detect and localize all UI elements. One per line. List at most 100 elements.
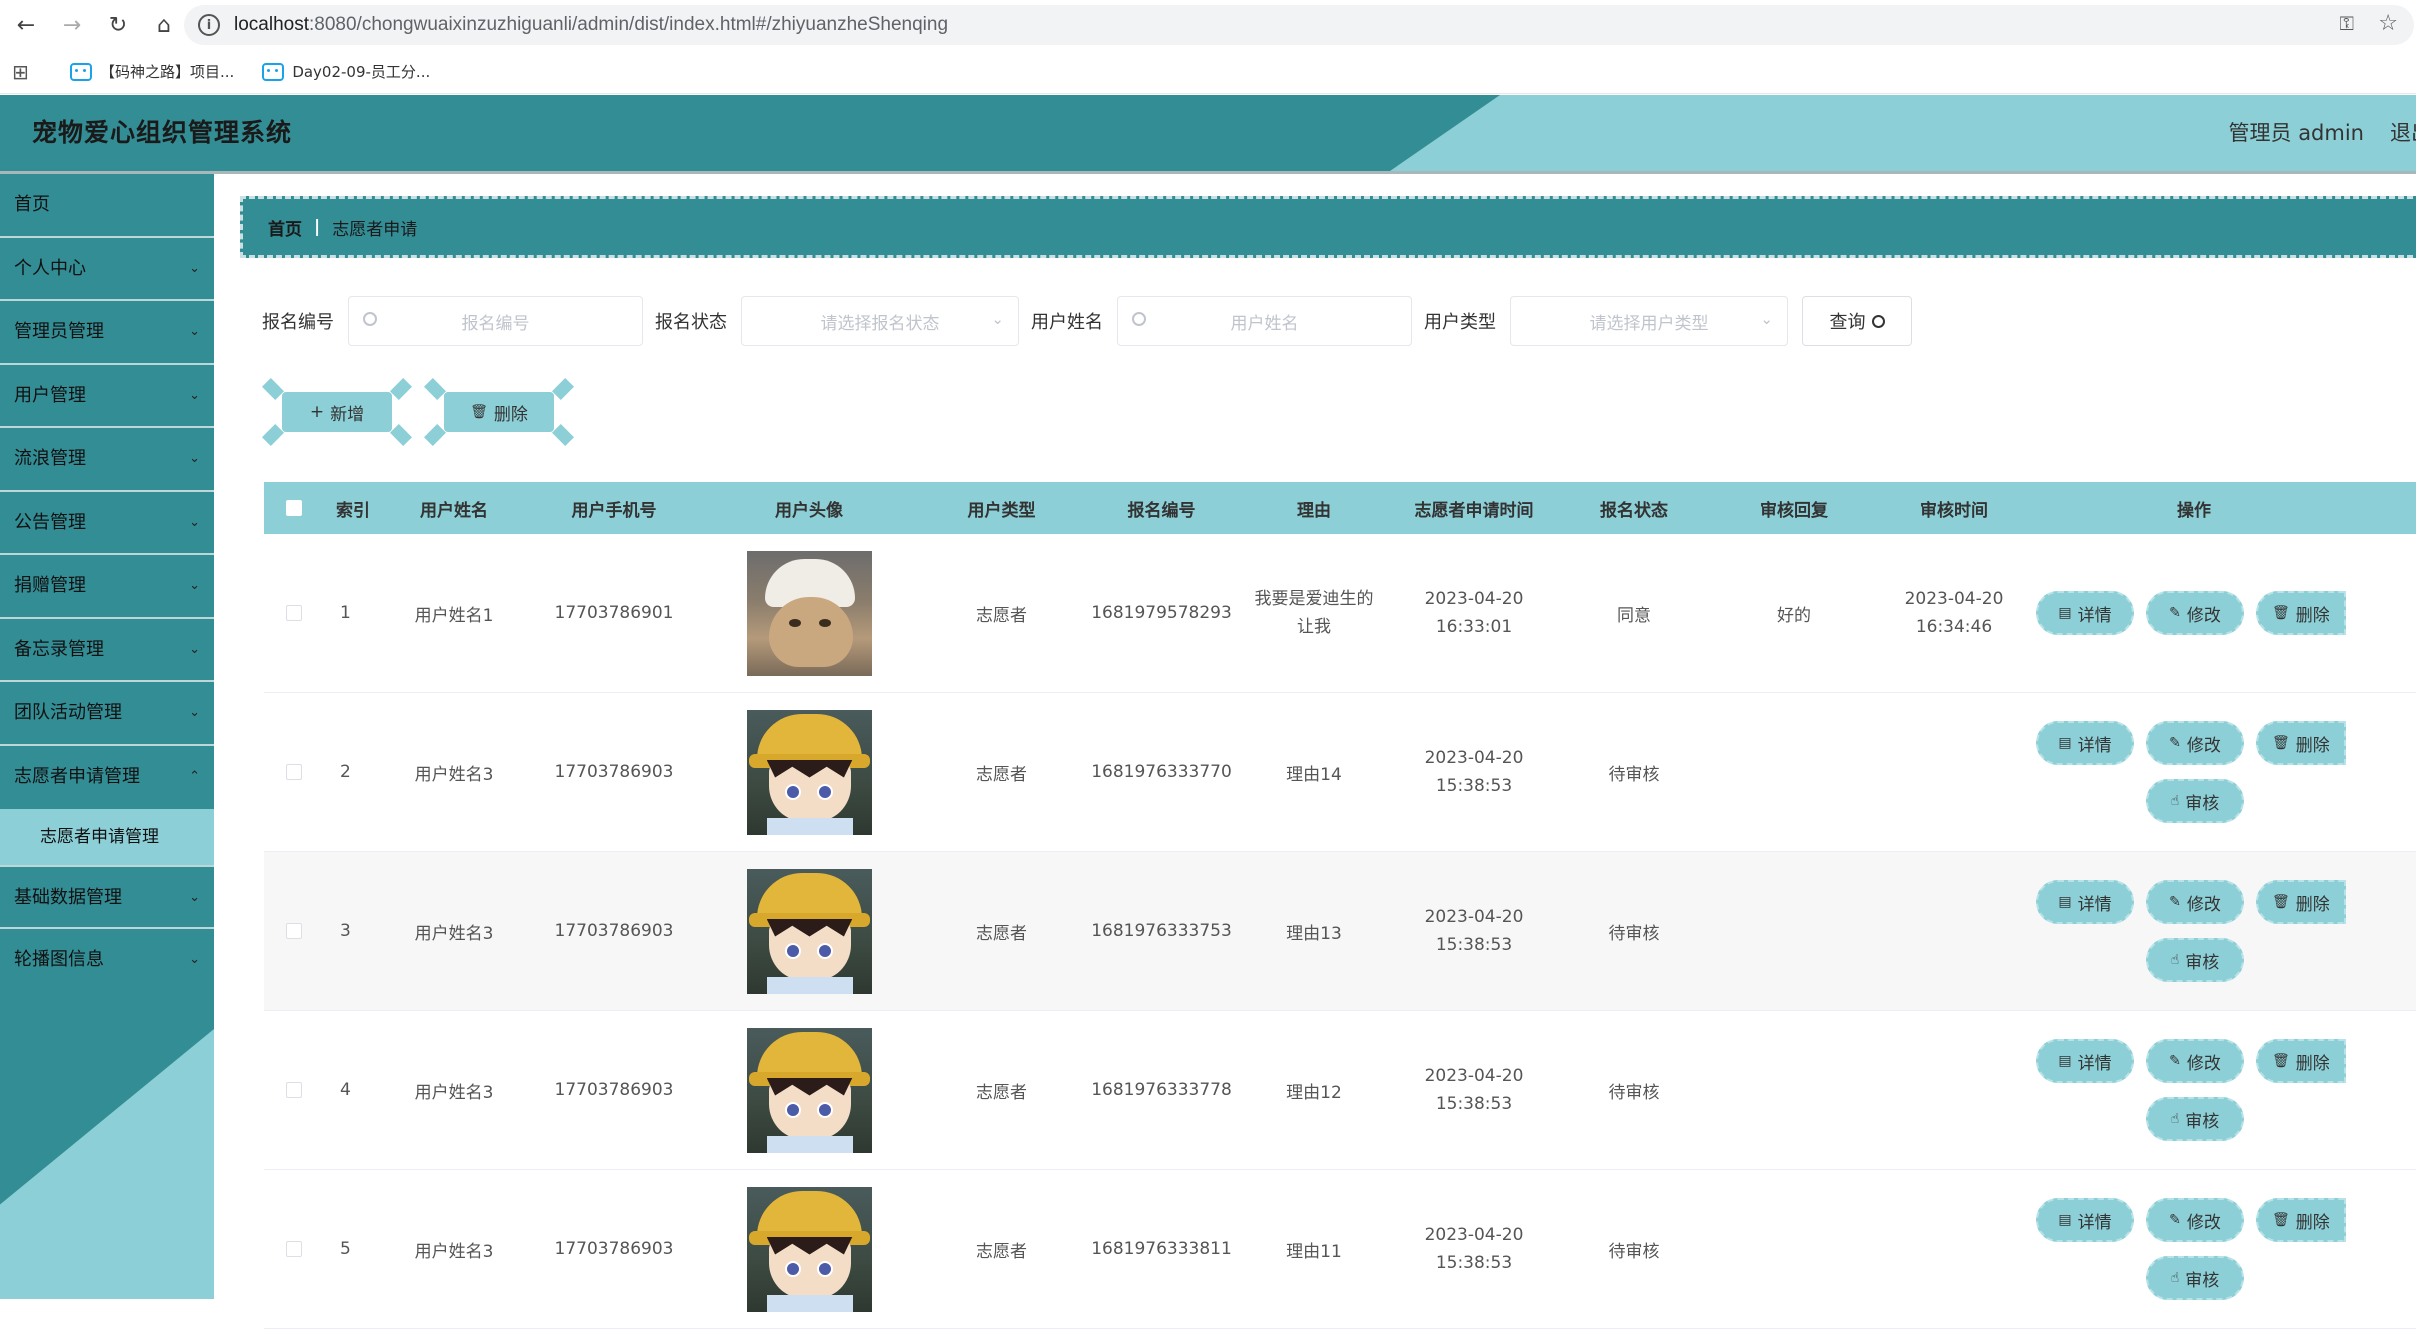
- filter-bar: 报名编号 报名编号 报名状态 请选择报名状态 ⌄ 用户姓名 用户姓名 用户类型 …: [262, 296, 1912, 346]
- cell-apply-time: 2023-04-20 15:38:53: [1424, 748, 1524, 796]
- query-button[interactable]: 查询: [1802, 296, 1912, 346]
- detail-button[interactable]: ▤ 详情: [2036, 880, 2134, 924]
- sidebar-item-donation[interactable]: 捐赠管理 ⌄: [0, 555, 214, 619]
- breadcrumb: 首页 | 志愿者申请: [240, 196, 2416, 258]
- home-icon[interactable]: ⌂: [144, 5, 184, 45]
- detail-button[interactable]: ▤ 详情: [2036, 721, 2134, 765]
- trash-icon: 🗑: [470, 404, 488, 420]
- select-all-checkbox[interactable]: [286, 500, 302, 516]
- audit-button[interactable]: ☝ 审核: [2146, 1097, 2244, 1141]
- edit-button[interactable]: ✎ 修改: [2146, 1039, 2244, 1083]
- row-checkbox[interactable]: [286, 605, 302, 621]
- sidebar-item-carousel[interactable]: 轮播图信息 ⌄: [0, 929, 214, 993]
- sidebar-item-memo[interactable]: 备忘录管理 ⌄: [0, 619, 214, 682]
- edit-button[interactable]: ✎ 修改: [2146, 880, 2244, 924]
- back-icon[interactable]: ←: [6, 5, 46, 45]
- bookmark-star-icon[interactable]: ☆: [2378, 11, 2398, 36]
- delete-button[interactable]: 🗑 删除: [2256, 1039, 2346, 1083]
- table-row: 4 用户姓名3 17703786903 志愿者 1681976333778 理由…: [264, 1011, 2416, 1170]
- chevron-down-icon: ⌄: [189, 705, 200, 720]
- reload-icon[interactable]: ↻: [98, 5, 138, 45]
- detail-button[interactable]: ▤ 详情: [2036, 1198, 2134, 1242]
- table-row: 2 用户姓名3 17703786903 志愿者 1681976333770 理由…: [264, 693, 2416, 852]
- sidebar-item-users[interactable]: 用户管理 ⌄: [0, 365, 214, 428]
- cell-reason: 我要是爱迪生的让我: [1254, 589, 1374, 637]
- audit-button[interactable]: ☝ 审核: [2146, 779, 2244, 823]
- col-phone: 用户手机号: [571, 500, 657, 521]
- col-reason: 理由: [1297, 500, 1331, 521]
- sidebar-item-volunteer[interactable]: 志愿者申请管理 ⌃: [0, 746, 214, 810]
- chevron-down-icon: ⌄: [991, 310, 1004, 328]
- thumb-up-icon: ☝: [2170, 1111, 2180, 1127]
- chevron-up-icon: ⌃: [189, 768, 200, 784]
- delete-button[interactable]: 🗑 删除: [2256, 721, 2346, 765]
- bookmark-item[interactable]: 【码神之路】项目...: [70, 61, 234, 82]
- forward-icon[interactable]: →: [52, 5, 92, 45]
- user-type-label: 用户类型: [1424, 312, 1496, 333]
- app-header: 宠物爱心组织管理系统 管理员 admin 退出: [0, 95, 2416, 171]
- col-actions: 操作: [2177, 500, 2211, 521]
- logout-link[interactable]: 退出: [2390, 95, 2416, 171]
- audit-button[interactable]: ☝ 审核: [2146, 938, 2244, 982]
- delete-button[interactable]: 🗑 删除: [2256, 591, 2346, 635]
- trash-icon: 🗑: [2272, 894, 2290, 910]
- detail-button[interactable]: ▤ 详情: [2036, 591, 2134, 635]
- cell-name: 用户姓名3: [414, 1241, 494, 1262]
- sidebar-item-admin[interactable]: 管理员管理 ⌄: [0, 301, 214, 365]
- chevron-down-icon: ⌄: [189, 451, 200, 466]
- address-bar[interactable]: i localhost:8080/chongwuaixinzuzhiguanli…: [184, 5, 2414, 45]
- sidebar-item-stray[interactable]: 流浪管理 ⌄: [0, 428, 214, 492]
- audit-button[interactable]: ☝ 审核: [2146, 1256, 2244, 1300]
- user-type-select[interactable]: 请选择用户类型 ⌄: [1510, 296, 1788, 346]
- status-select[interactable]: 请选择报名状态 ⌄: [741, 296, 1019, 346]
- row-checkbox[interactable]: [286, 923, 302, 939]
- row-checkbox[interactable]: [286, 764, 302, 780]
- user-avatar-image[interactable]: [746, 709, 872, 835]
- edit-button[interactable]: ✎ 修改: [2146, 591, 2244, 635]
- col-avatar: 用户头像: [775, 500, 843, 521]
- user-avatar-image[interactable]: [746, 868, 872, 994]
- sidebar-subitem-volunteer-application[interactable]: 志愿者申请管理: [0, 809, 214, 865]
- user-avatar-image[interactable]: [746, 1027, 872, 1153]
- sidebar-item-team-activity[interactable]: 团队活动管理 ⌄: [0, 682, 214, 746]
- delete-button[interactable]: 🗑 删除: [2256, 1198, 2346, 1242]
- bookmark-item[interactable]: Day02-09-员工分...: [262, 61, 430, 82]
- apps-grid-icon[interactable]: ⊞: [12, 60, 42, 84]
- delete-button[interactable]: 🗑 删除: [2256, 880, 2346, 924]
- user-name-input[interactable]: 用户姓名: [1117, 296, 1412, 346]
- cell-reason: 理由13: [1286, 923, 1342, 944]
- row-checkbox[interactable]: [286, 1241, 302, 1257]
- document-icon: ▤: [2058, 605, 2072, 621]
- sidebar-item-notice[interactable]: 公告管理 ⌄: [0, 492, 214, 555]
- password-key-icon[interactable]: ⚿: [2340, 13, 2354, 35]
- sidebar-item-home[interactable]: 首页: [0, 174, 214, 238]
- cell-apply-time: 2023-04-20 15:38:53: [1424, 1066, 1524, 1114]
- sidebar-item-personal-center[interactable]: 个人中心 ⌄: [0, 238, 214, 301]
- cell-status: 待审核: [1608, 1241, 1660, 1262]
- trash-icon: 🗑: [2272, 735, 2290, 751]
- user-avatar-image[interactable]: [746, 1186, 872, 1312]
- sidebar-accent-shape: [0, 1029, 214, 1299]
- site-info-icon[interactable]: i: [198, 14, 220, 36]
- edit-button[interactable]: ✎ 修改: [2146, 1198, 2244, 1242]
- col-type: 用户类型: [967, 500, 1036, 521]
- add-button[interactable]: + 新增: [262, 378, 412, 446]
- signup-no-input[interactable]: 报名编号: [348, 296, 643, 346]
- batch-delete-button[interactable]: 🗑 删除: [424, 378, 574, 446]
- edit-button[interactable]: ✎ 修改: [2146, 721, 2244, 765]
- signup-no-label: 报名编号: [262, 312, 334, 333]
- cell-phone: 17703786903: [554, 1239, 674, 1259]
- breadcrumb-home[interactable]: 首页: [268, 215, 302, 240]
- col-index: 索引: [336, 500, 370, 521]
- sidebar-item-basic-data[interactable]: 基础数据管理 ⌄: [0, 865, 214, 929]
- cell-signup-no: 1681976333770: [1091, 762, 1232, 782]
- cell-apply-time: 2023-04-20 16:33:01: [1424, 589, 1524, 637]
- detail-button[interactable]: ▤ 详情: [2036, 1039, 2134, 1083]
- row-checkbox[interactable]: [286, 1082, 302, 1098]
- chevron-down-icon: ⌄: [189, 578, 200, 593]
- user-avatar-image[interactable]: [746, 550, 872, 676]
- cell-name: 用户姓名3: [414, 923, 494, 944]
- cell-phone: 17703786903: [554, 762, 674, 782]
- breadcrumb-current: 志愿者申请: [332, 219, 418, 240]
- trash-icon: 🗑: [2272, 605, 2290, 621]
